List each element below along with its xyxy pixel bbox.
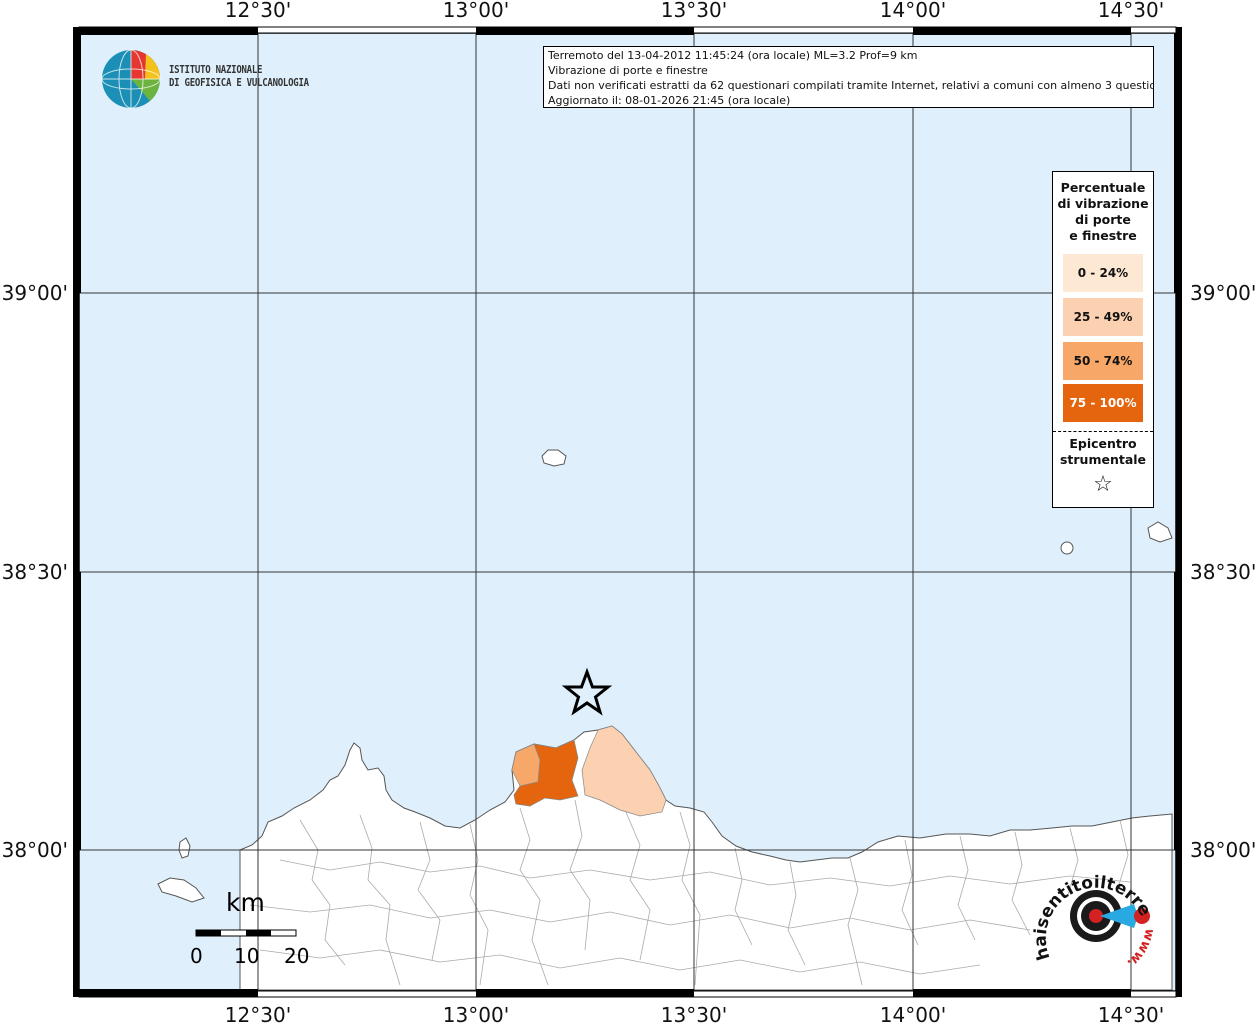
lon-tick-labels-top: 12°30' 13°00' 13°30' 14°00' 14°30'	[225, 0, 1164, 22]
lat-tick-labels-right: 39°00' 38°30' 38°00'	[1190, 281, 1255, 862]
lon-tick-labels-bottom: 12°30' 13°00' 13°30' 14°00' 14°30'	[225, 1003, 1164, 1024]
legend: Percentuale di vibrazione di porte e fin…	[1052, 171, 1154, 508]
scale-unit: km	[226, 888, 265, 917]
legend-title: Percentuale di vibrazione di porte e fin…	[1053, 180, 1153, 244]
legend-title-line: Percentuale	[1060, 180, 1146, 195]
lon-label-bottom: 14°00'	[880, 1003, 946, 1024]
event-info-box: Terremoto del 13-04-2012 11:45:24 (ora l…	[543, 46, 1154, 108]
lon-label-top: 14°00'	[880, 0, 946, 22]
lat-label-left: 38°30'	[2, 560, 68, 584]
ingv-logo-line1: ISTITUTO NAZIONALE	[169, 64, 263, 76]
legend-class-75-100: 75 - 100%	[1063, 384, 1143, 422]
haisentitoilterremoto-logo: haisentitoilterremoto.it www.	[1030, 858, 1157, 970]
lon-label-bottom: 13°00'	[443, 1003, 509, 1024]
lat-tick-labels-left: 39°00' 38°30' 38°00'	[2, 281, 68, 862]
ingv-logo-text: ISTITUTO NAZIONALE DI GEOFISICA E VULCAN…	[169, 64, 309, 90]
lon-label-bottom: 12°30'	[225, 1003, 291, 1024]
ingv-logo-line2: DI GEOFISICA E VULCANOLOGIA	[169, 77, 309, 89]
scale-label: 10	[234, 944, 260, 968]
event-info-line3: Dati non verificati estratti da 62 quest…	[548, 79, 1154, 92]
event-info-line4: Aggiornato il: 08-01-2026 21:45 (ora loc…	[548, 94, 791, 107]
lon-label-top: 14°30'	[1098, 0, 1164, 22]
legend-star-icon: ☆	[1093, 472, 1113, 497]
island-alicudi	[1060, 541, 1074, 555]
lon-label-top: 12°30'	[225, 0, 291, 22]
legend-title-line: di porte	[1075, 212, 1131, 227]
event-info-line2: Vibrazione di porte e finestre	[548, 64, 708, 77]
legend-epicenter-line: Epicentro	[1069, 436, 1137, 451]
legend-epicenter-line: strumentale	[1059, 452, 1147, 467]
lat-label-left: 38°00'	[2, 838, 68, 862]
lon-label-top: 13°30'	[661, 0, 727, 22]
lat-label-left: 39°00'	[2, 281, 68, 305]
legend-class-50-74: 50 - 74%	[1063, 342, 1143, 380]
legend-separator	[1053, 431, 1153, 432]
lon-label-bottom: 14°30'	[1098, 1003, 1164, 1024]
scale-label: 20	[284, 944, 310, 968]
legend-epicenter-label: Epicentro strumentale	[1053, 436, 1153, 468]
lat-label-right: 39°00'	[1190, 281, 1255, 305]
haisentito-logo-url: www.	[1124, 927, 1157, 970]
legend-class-25-49: 25 - 49%	[1063, 298, 1143, 336]
scale-bar	[195, 929, 297, 937]
lon-label-top: 13°00'	[443, 0, 509, 22]
lat-label-right: 38°30'	[1190, 560, 1255, 584]
legend-title-line: di vibrazione	[1057, 196, 1149, 211]
lon-label-bottom: 13°30'	[661, 1003, 727, 1024]
legend-title-line: e finestre	[1069, 228, 1137, 243]
event-info-line1: Terremoto del 13-04-2012 11:45:24 (ora l…	[548, 49, 918, 62]
lat-label-right: 38°00'	[1190, 838, 1255, 862]
scale-label: 0	[190, 944, 203, 968]
legend-class-0-24: 0 - 24%	[1063, 254, 1143, 292]
